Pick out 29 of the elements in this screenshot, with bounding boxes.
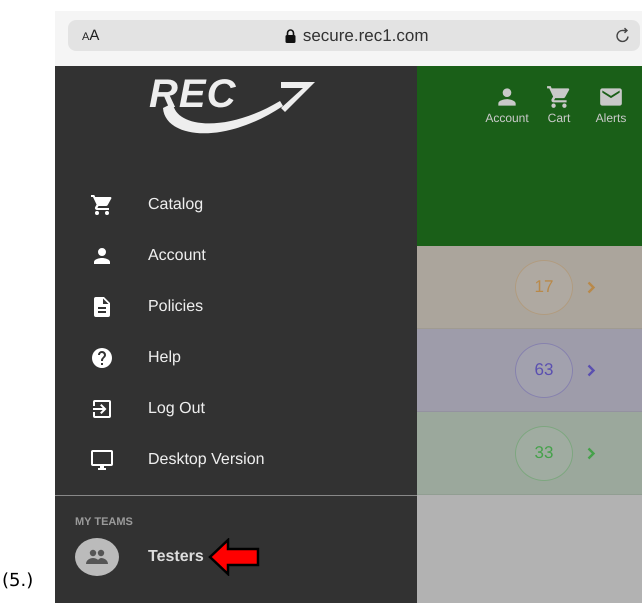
nav-button[interactable]: Alerts bbox=[588, 84, 634, 125]
count-badge: 17 bbox=[515, 260, 573, 314]
count-badge: 33 bbox=[515, 426, 573, 480]
text-size-button[interactable]: AA bbox=[82, 27, 100, 44]
annotation-arrow bbox=[208, 538, 260, 576]
menu-item[interactable]: Desktop Version bbox=[55, 434, 417, 485]
menu-item[interactable]: Log Out bbox=[55, 383, 417, 434]
nav-button[interactable]: Account bbox=[484, 84, 530, 125]
nav-button[interactable]: Cart bbox=[536, 84, 582, 125]
section-heading: MY TEAMS bbox=[75, 515, 134, 528]
team-item[interactable]: Testers bbox=[148, 548, 204, 566]
address-bar[interactable]: AA secure.rec1.com bbox=[68, 20, 640, 51]
chevron-right-icon[interactable] bbox=[587, 280, 596, 294]
menu-item[interactable]: Policies bbox=[55, 281, 417, 332]
help-icon bbox=[90, 346, 114, 370]
cart-icon bbox=[90, 192, 114, 216]
menu-item[interactable]: Help bbox=[55, 332, 417, 383]
chevron-right-icon[interactable] bbox=[587, 446, 596, 460]
monitor-icon bbox=[90, 448, 114, 472]
logo: REC bbox=[141, 78, 321, 142]
menu-item[interactable]: Account bbox=[55, 230, 417, 281]
menu-item[interactable]: Catalog bbox=[55, 179, 417, 230]
group-avatar bbox=[75, 538, 119, 576]
cart-icon bbox=[546, 84, 572, 110]
caption-label: (5.) bbox=[2, 570, 34, 591]
url-text: secure.rec1.com bbox=[302, 26, 429, 46]
chevron-right-icon[interactable] bbox=[587, 364, 596, 376]
count-badge: 63 bbox=[515, 342, 573, 398]
lock-icon bbox=[284, 28, 296, 42]
